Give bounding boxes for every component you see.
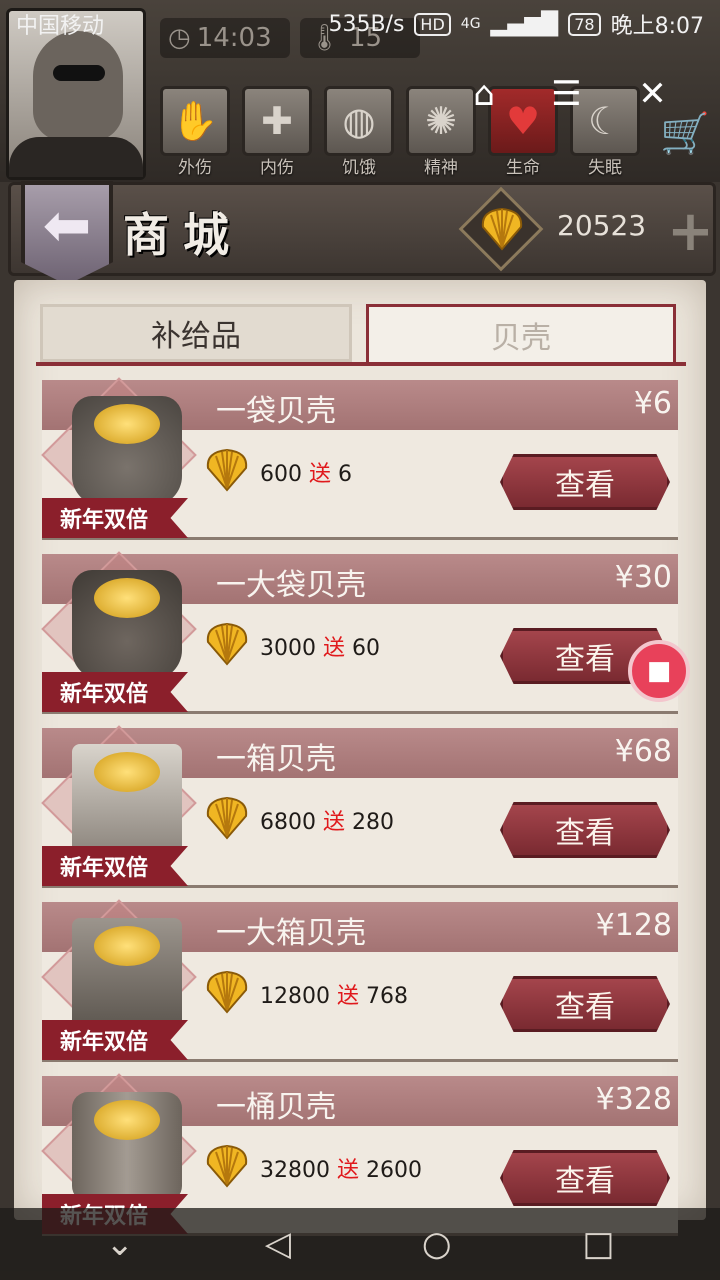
tab-supplies[interactable]: 补给品 (40, 304, 352, 362)
shell-big-bag-image (72, 570, 182, 680)
item-price: ¥328 (595, 1082, 672, 1117)
stat-injury[interactable]: ✋ 外伤 (160, 86, 230, 178)
shell-icon (206, 1144, 248, 1188)
item-price: ¥68 (614, 734, 672, 769)
item-amount: 12800 送 768 (260, 978, 408, 1010)
video-camera-icon: ■ (646, 656, 672, 686)
view-button[interactable]: 查看 (500, 1150, 670, 1206)
back-nav-icon[interactable]: ◁ (265, 1224, 291, 1264)
shell-icon (206, 970, 248, 1014)
tab-shells[interactable]: 贝壳 (366, 304, 676, 362)
item-name: 一大袋贝壳 (216, 568, 366, 603)
hd-icon: HD (414, 12, 451, 36)
add-currency-button[interactable]: + (667, 199, 714, 264)
shell-bag-image (72, 396, 182, 506)
menu-icon[interactable]: ☰ (551, 74, 581, 114)
cross-icon: ✚ (242, 86, 312, 156)
item-badge: 新年双倍 (42, 672, 188, 712)
bonus-amount: 6 (338, 462, 353, 487)
bonus-label: 送 (323, 810, 346, 835)
home-icon[interactable]: ⌂ (473, 74, 495, 114)
stat-label: 内伤 (260, 158, 294, 178)
system-status-bar: 中国移动 535B/s HD 4G ▂▄▆█ 78 晚上8:07 (0, 0, 720, 48)
shell-chest-image (72, 744, 182, 854)
item-name: 一袋贝壳 (216, 394, 336, 429)
network-type: 4G (460, 16, 481, 32)
hand-icon: ✋ (160, 86, 230, 156)
stat-hunger[interactable]: ◍ 饥饿 (324, 86, 394, 178)
shop-tabs: 补给品 贝壳 (36, 304, 686, 366)
shop-item-3: 一大箱贝壳 ¥128 新年双倍 12800 送 768 查看 (41, 899, 678, 1064)
stat-internal[interactable]: ✚ 内伤 (242, 86, 312, 178)
shell-icon (206, 622, 248, 666)
shop-title-bar: ⬅ 商城 20523 + (8, 181, 719, 285)
stat-label: 饥饿 (342, 158, 376, 178)
overlay-controls: ⌂ ☰ ✕ (445, 62, 695, 126)
view-button[interactable]: 查看 (500, 976, 670, 1032)
shell-balance: 20523 + (458, 186, 719, 272)
stat-label: 外伤 (178, 158, 212, 178)
net-speed: 535B/s (328, 11, 405, 37)
bonus-label: 送 (323, 636, 346, 661)
signal-icon: ▂▄▆█ (490, 11, 559, 37)
base-amount: 600 (260, 462, 302, 487)
shell-barrel-image (72, 1092, 182, 1202)
base-amount: 3000 (260, 636, 316, 661)
shop-item-1: 一大袋贝壳 ¥30 新年双倍 3000 送 60 查看 (41, 551, 678, 716)
bonus-amount: 60 (352, 636, 381, 661)
shell-icon (206, 796, 248, 840)
base-amount: 32800 (260, 1158, 330, 1183)
shop-item-0: 一袋贝壳 ¥6 新年双倍 600 送 6 查看 (41, 377, 678, 542)
bonus-label: 送 (309, 462, 332, 487)
item-badge: 新年双倍 (42, 498, 188, 538)
page-title: 商城 (123, 208, 243, 262)
avatar-glasses (53, 65, 105, 81)
item-name: 一箱贝壳 (216, 742, 336, 777)
shell-big-chest-image (72, 918, 182, 1028)
stat-label: 生命 (506, 158, 540, 178)
back-arrow-icon: ⬅ (42, 191, 92, 259)
recents-nav-icon[interactable]: □ (582, 1224, 614, 1264)
back-button[interactable]: ⬅ (21, 181, 113, 285)
time: 晚上8:07 (610, 14, 704, 39)
hide-nav-icon[interactable]: ⌄ (105, 1224, 134, 1264)
battery-level: 78 (568, 12, 601, 36)
shell-icon (206, 448, 248, 492)
stomach-icon: ◍ (324, 86, 394, 156)
item-amount: 32800 送 2600 (260, 1152, 422, 1184)
screen-record-button[interactable]: ■ (628, 640, 690, 702)
bonus-amount: 280 (352, 810, 395, 835)
stat-label: 失眠 (588, 158, 622, 178)
item-amount: 6800 送 280 (260, 804, 394, 836)
view-button[interactable]: 查看 (500, 802, 670, 858)
bonus-label: 送 (337, 984, 360, 1009)
item-price: ¥128 (595, 908, 672, 943)
item-amount: 3000 送 60 (260, 630, 380, 662)
shop-item-2: 一箱贝壳 ¥68 新年双倍 6800 送 280 查看 (41, 725, 678, 890)
shop-panel: 补给品 贝壳 一袋贝壳 ¥6 新年双倍 600 送 6 查看 一大袋贝壳 ¥30… (14, 280, 706, 1236)
balance-amount: 20523 (557, 209, 647, 242)
bonus-amount: 2600 (366, 1158, 423, 1183)
bonus-label: 送 (337, 1158, 360, 1183)
view-button[interactable]: 查看 (500, 454, 670, 510)
avatar-shoulders (9, 137, 143, 177)
item-badge: 新年双倍 (42, 846, 188, 886)
stat-label: 精神 (424, 158, 458, 178)
base-amount: 6800 (260, 810, 316, 835)
base-amount: 12800 (260, 984, 330, 1009)
collapse-icon[interactable]: ✕ (638, 74, 667, 114)
item-badge: 新年双倍 (42, 1020, 188, 1060)
item-name: 一大箱贝壳 (216, 916, 366, 951)
carrier-name: 中国移动 (16, 14, 105, 39)
bonus-amount: 768 (366, 984, 409, 1009)
shell-icon (481, 207, 523, 251)
item-price: ¥30 (614, 560, 672, 595)
item-amount: 600 送 6 (260, 456, 352, 488)
system-nav-bar: ⌄ ◁ ○ □ (0, 1208, 720, 1280)
home-nav-icon[interactable]: ○ (422, 1224, 452, 1264)
item-price: ¥6 (633, 386, 672, 421)
item-name: 一桶贝壳 (216, 1090, 336, 1125)
